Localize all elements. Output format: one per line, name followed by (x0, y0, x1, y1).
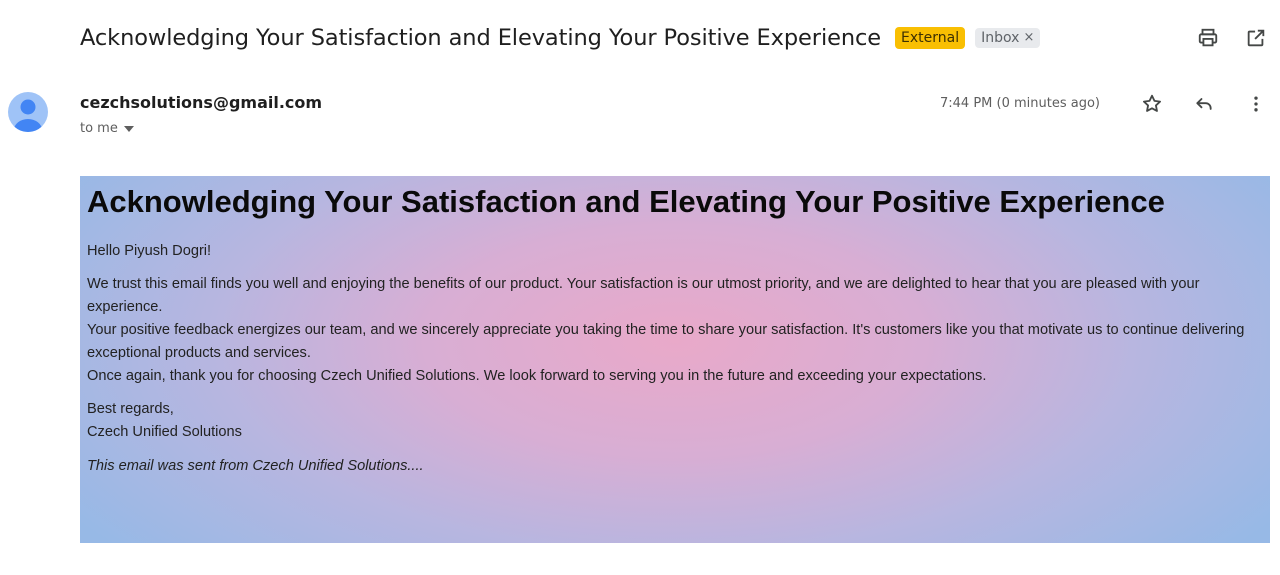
email-footer-note: This email was sent from Czech Unified S… (87, 458, 424, 474)
more-vert-icon[interactable] (1244, 92, 1268, 116)
inbox-label-chip[interactable]: Inbox × (975, 28, 1041, 48)
message-timestamp: 7:44 PM (0 minutes ago) (940, 96, 1100, 111)
reply-icon[interactable] (1192, 92, 1216, 116)
print-icon[interactable] (1196, 26, 1220, 50)
email-body-card: Acknowledging Your Satisfaction and Elev… (80, 176, 1270, 543)
email-greeting: Hello Piyush Dogri! (87, 243, 212, 259)
email-body-line: Once again, thank you for choosing Czech… (87, 368, 987, 384)
email-body-heading: Acknowledging Your Satisfaction and Elev… (87, 184, 1165, 219)
avatar-person-icon (14, 99, 42, 132)
remove-label-button[interactable]: × (1023, 30, 1034, 46)
email-closing: Best regards, (87, 401, 174, 417)
caret-down-icon (123, 125, 134, 132)
sender-avatar[interactable] (8, 92, 48, 132)
email-signature: Czech Unified Solutions (87, 424, 242, 440)
recipient-text: to me (80, 121, 118, 136)
email-body-line: We trust this email finds you well and e… (87, 276, 1200, 315)
email-subject: Acknowledging Your Satisfaction and Elev… (80, 25, 882, 51)
recipient-details-toggle[interactable]: to me (80, 121, 134, 136)
sender-email[interactable]: cezchsolutions@gmail.com (80, 93, 322, 112)
star-icon[interactable] (1140, 92, 1164, 116)
email-signoff: Best regards, Czech Unified Solutions (87, 398, 1270, 444)
email-body-line: Your positive feedback energizes our tea… (87, 322, 1245, 361)
email-body-text: We trust this email finds you well and e… (87, 273, 1270, 388)
inbox-label-text: Inbox (981, 30, 1020, 46)
subject-row: Acknowledging Your Satisfaction and Elev… (80, 18, 1280, 58)
open-in-new-window-icon[interactable] (1244, 26, 1268, 50)
external-badge: External (895, 27, 966, 49)
